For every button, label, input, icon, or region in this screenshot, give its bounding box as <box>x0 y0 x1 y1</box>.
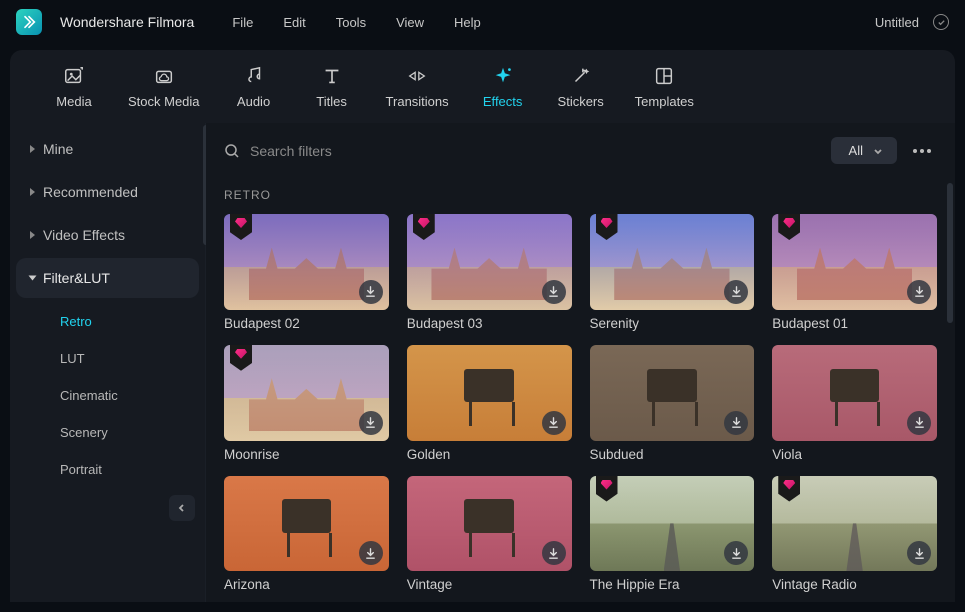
main-tabbar: MediaStock MediaAudioTitlesTransitionsEf… <box>10 50 955 123</box>
sidebar-sub-retro[interactable]: Retro <box>50 304 199 339</box>
effect-card-vintage[interactable]: Vintage <box>407 476 572 593</box>
download-button[interactable] <box>359 541 383 565</box>
effect-card-vintage-radio[interactable]: Vintage Radio <box>772 476 937 593</box>
effect-card-subdued[interactable]: Subdued <box>590 345 755 462</box>
content-panel: All RETRO Budapest 02 Budapest 03 Serenity… <box>206 123 955 602</box>
effect-label: Golden <box>407 447 572 462</box>
titlebar: Wondershare Filmora File Edit Tools View Hel… <box>0 0 965 44</box>
tab-media[interactable]: Media <box>40 60 108 113</box>
effect-label: Budapest 03 <box>407 316 572 331</box>
download-button[interactable] <box>907 280 931 304</box>
effect-label: The Hippie Era <box>590 577 755 592</box>
download-button[interactable] <box>907 411 931 435</box>
sidebar-sub-lut[interactable]: LUT <box>50 341 199 376</box>
effect-label: Subdued <box>590 447 755 462</box>
sidebar-sub-scenery[interactable]: Scenery <box>50 415 199 450</box>
tab-templates[interactable]: Templates <box>625 60 704 113</box>
effect-card-moonrise[interactable]: Moonrise <box>224 345 389 462</box>
menu-file[interactable]: File <box>232 15 253 30</box>
effect-card-serenity[interactable]: Serenity <box>590 214 755 331</box>
effect-label: Vintage <box>407 577 572 592</box>
chevron-right-icon <box>30 231 35 239</box>
sidebar-cat-recommended[interactable]: Recommended <box>16 172 199 212</box>
tab-effects[interactable]: Effects <box>469 60 537 113</box>
more-options-button[interactable] <box>907 143 937 159</box>
download-button[interactable] <box>359 280 383 304</box>
effect-label: Budapest 01 <box>772 316 937 331</box>
sidebar-cat-video-effects[interactable]: Video Effects <box>16 215 199 255</box>
effect-card-budapest-01[interactable]: Budapest 01 <box>772 214 937 331</box>
effect-card-viola[interactable]: Viola <box>772 345 937 462</box>
cloud-image-icon <box>152 64 176 88</box>
app-logo <box>16 9 42 35</box>
search-icon <box>224 143 240 159</box>
filter-dropdown-label: All <box>849 143 863 158</box>
tab-stickers[interactable]: Stickers <box>547 60 615 113</box>
effect-card-the-hippie-era[interactable]: The Hippie Era <box>590 476 755 593</box>
menu-help[interactable]: Help <box>454 15 481 30</box>
transition-icon <box>405 64 429 88</box>
effect-card-budapest-02[interactable]: Budapest 02 <box>224 214 389 331</box>
download-button[interactable] <box>359 411 383 435</box>
document-title: Untitled <box>875 15 919 30</box>
sidebar-cat-mine[interactable]: Mine <box>16 129 199 169</box>
chevron-down-icon <box>29 276 37 281</box>
menubar: File Edit Tools View Help <box>232 15 480 30</box>
sidebar-sub-cinematic[interactable]: Cinematic <box>50 378 199 413</box>
download-button[interactable] <box>542 280 566 304</box>
sidebar-cat-filter-lut[interactable]: Filter&LUT <box>16 258 199 298</box>
layout-icon <box>652 64 676 88</box>
tab-titles[interactable]: Titles <box>298 60 366 113</box>
status-check-icon[interactable] <box>933 14 949 30</box>
section-title: RETRO <box>224 188 937 202</box>
menu-edit[interactable]: Edit <box>283 15 305 30</box>
sidebar-sub-portrait[interactable]: Portrait <box>50 452 199 487</box>
tab-stock-media[interactable]: Stock Media <box>118 60 210 113</box>
music-icon <box>242 64 266 88</box>
download-button[interactable] <box>542 411 566 435</box>
effect-card-budapest-03[interactable]: Budapest 03 <box>407 214 572 331</box>
sidebar: MineRecommendedVideo EffectsFilter&LUT Re… <box>10 123 206 602</box>
image-icon <box>62 64 86 88</box>
tab-transitions[interactable]: Transitions <box>376 60 459 113</box>
effect-label: Vintage Radio <box>772 577 937 592</box>
chevron-right-icon <box>30 145 35 153</box>
effects-grid: Budapest 02 Budapest 03 Serenity Budapest 0… <box>224 214 937 592</box>
content-scrollbar[interactable] <box>947 183 953 323</box>
effect-label: Serenity <box>590 316 755 331</box>
text-icon <box>320 64 344 88</box>
app-title: Wondershare Filmora <box>60 14 194 30</box>
menu-tools[interactable]: Tools <box>336 15 366 30</box>
download-button[interactable] <box>724 411 748 435</box>
wand-icon <box>569 64 593 88</box>
search-input[interactable] <box>250 143 821 159</box>
chevron-right-icon <box>30 188 35 196</box>
effect-label: Arizona <box>224 577 389 592</box>
filter-dropdown[interactable]: All <box>831 137 897 164</box>
effect-label: Viola <box>772 447 937 462</box>
sidebar-collapse-button[interactable] <box>169 495 195 521</box>
tab-audio[interactable]: Audio <box>220 60 288 113</box>
effect-card-arizona[interactable]: Arizona <box>224 476 389 593</box>
effect-label: Budapest 02 <box>224 316 389 331</box>
effect-card-golden[interactable]: Golden <box>407 345 572 462</box>
sparkle-icon <box>491 64 515 88</box>
menu-view[interactable]: View <box>396 15 424 30</box>
effect-label: Moonrise <box>224 447 389 462</box>
download-button[interactable] <box>724 280 748 304</box>
download-button[interactable] <box>542 541 566 565</box>
